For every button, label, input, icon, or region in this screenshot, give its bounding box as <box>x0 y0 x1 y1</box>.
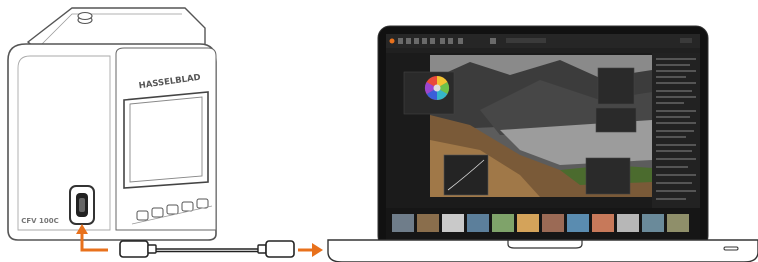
color-wheel-icon <box>424 75 450 101</box>
arrow-right-icon <box>298 243 323 257</box>
adjust-panel-2 <box>595 107 637 133</box>
camera-back: HASSELBLAD CFV 100C <box>7 7 217 241</box>
usb-c-port-icon <box>69 185 95 225</box>
connection-diagram: HASSELBLAD CFV 100C <box>0 0 758 262</box>
adjust-panel-3 <box>585 157 631 195</box>
laptop <box>327 25 758 262</box>
tools-sidebar <box>652 53 700 209</box>
curves-panel <box>443 154 489 196</box>
filmstrip <box>386 208 700 240</box>
color-wheel-panel <box>403 71 455 115</box>
camera-screen <box>123 91 209 189</box>
laptop-base <box>327 239 758 262</box>
adjust-panel-1 <box>597 67 635 105</box>
camera-model-label: CFV 100C <box>21 217 59 225</box>
laptop-port <box>723 246 739 251</box>
